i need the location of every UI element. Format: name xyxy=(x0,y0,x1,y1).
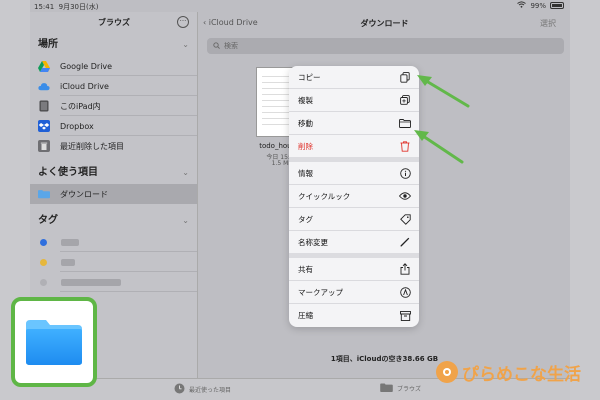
menu-item-share[interactable]: 共有 xyxy=(289,258,419,281)
markup-icon xyxy=(399,286,411,298)
sidebar-item-icloud-drive[interactable]: iCloud Drive xyxy=(30,76,197,96)
section-locations[interactable]: 場所 ⌄ xyxy=(30,34,197,56)
blurred-tag-name xyxy=(61,278,121,286)
clock-icon xyxy=(174,383,185,396)
more-options-button[interactable]: ··· xyxy=(177,16,189,28)
menu-item-markup[interactable]: マークアップ xyxy=(289,281,419,304)
google-drive-icon xyxy=(38,60,50,72)
sidebar-header: ブラウズ ··· xyxy=(30,12,197,34)
blurred-tag-name xyxy=(61,258,75,266)
menu-item-delete[interactable]: 削除 xyxy=(289,135,419,162)
tag-color-dot xyxy=(40,278,47,286)
files-app-icon xyxy=(11,297,97,387)
chevron-down-icon: ⌄ xyxy=(182,40,189,49)
menu-item-tag[interactable]: タグ xyxy=(289,208,419,231)
eye-icon xyxy=(399,190,411,202)
trash-icon xyxy=(399,140,411,152)
sidebar-item-recently-deleted[interactable]: 最近削除した項目 xyxy=(30,136,197,156)
watermark-text: ぴらめこな生活 xyxy=(462,364,581,385)
menu-item-move[interactable]: 移動 xyxy=(289,112,419,135)
sidebar-title: ブラウズ xyxy=(98,18,130,27)
search-icon xyxy=(213,41,220,51)
tag-icon xyxy=(399,213,411,225)
menu-item-rename[interactable]: 名称変更 xyxy=(289,231,419,258)
menu-item-quick-look[interactable]: クイックルック xyxy=(289,185,419,208)
menu-item-info[interactable]: 情報 xyxy=(289,162,419,185)
status-right: 99% xyxy=(517,1,564,10)
menu-item-duplicate[interactable]: 複製 xyxy=(289,89,419,112)
trash-icon xyxy=(38,140,50,152)
wifi-icon xyxy=(517,1,527,10)
context-menu: コピー 複製 移動 削除 情報 クイックルック タグ 名称変更 共有 マークアッ… xyxy=(289,66,419,327)
folder-icon xyxy=(399,117,411,129)
folder-icon xyxy=(26,320,82,365)
section-tags[interactable]: タグ ⌄ xyxy=(30,210,197,232)
page-title: ダウンロード xyxy=(360,19,409,28)
battery-icon xyxy=(550,2,564,9)
tab-recents[interactable]: 最近使った項目 xyxy=(174,383,231,396)
select-button[interactable]: 選択 xyxy=(540,18,556,29)
blurred-tag-name xyxy=(61,238,79,246)
tag-color-dot xyxy=(40,238,47,246)
info-icon xyxy=(399,167,411,179)
pencil-icon xyxy=(399,236,411,248)
copy-icon xyxy=(399,71,411,83)
archive-icon xyxy=(399,310,411,322)
tag-item[interactable] xyxy=(30,252,197,272)
status-time: 15:41 9月30日(水) xyxy=(34,3,99,11)
duplicate-icon xyxy=(399,94,411,106)
watermark-logo-icon xyxy=(436,361,458,383)
menu-item-compress[interactable]: 圧縮 xyxy=(289,304,419,327)
sidebar-item-downloads[interactable]: ダウンロード xyxy=(30,184,197,204)
tag-item[interactable] xyxy=(30,232,197,252)
dropbox-icon xyxy=(38,120,50,132)
folder-icon xyxy=(38,188,50,200)
search-input[interactable]: 検索 xyxy=(207,38,564,54)
tab-browse[interactable]: ブラウズ xyxy=(380,383,421,394)
sidebar-item-this-ipad[interactable]: このiPad内 xyxy=(30,96,197,116)
watermark: ぴらめこな生活 xyxy=(436,352,596,392)
chevron-down-icon: ⌄ xyxy=(182,216,189,225)
folder-icon xyxy=(380,383,393,394)
ipad-icon xyxy=(38,100,50,112)
sidebar-item-google-drive[interactable]: Google Drive xyxy=(30,56,197,76)
section-favorites[interactable]: よく使う項目 ⌄ xyxy=(30,162,197,184)
chevron-down-icon: ⌄ xyxy=(182,168,189,177)
tag-item[interactable] xyxy=(30,272,197,292)
status-bar: 15:41 9月30日(水) 99% xyxy=(30,0,570,12)
icloud-icon xyxy=(38,80,50,92)
tag-color-dot xyxy=(40,258,47,266)
share-icon xyxy=(399,263,411,275)
battery-percent: 99% xyxy=(530,1,546,10)
sidebar-item-dropbox[interactable]: Dropbox xyxy=(30,116,197,136)
menu-item-copy[interactable]: コピー xyxy=(289,66,419,89)
